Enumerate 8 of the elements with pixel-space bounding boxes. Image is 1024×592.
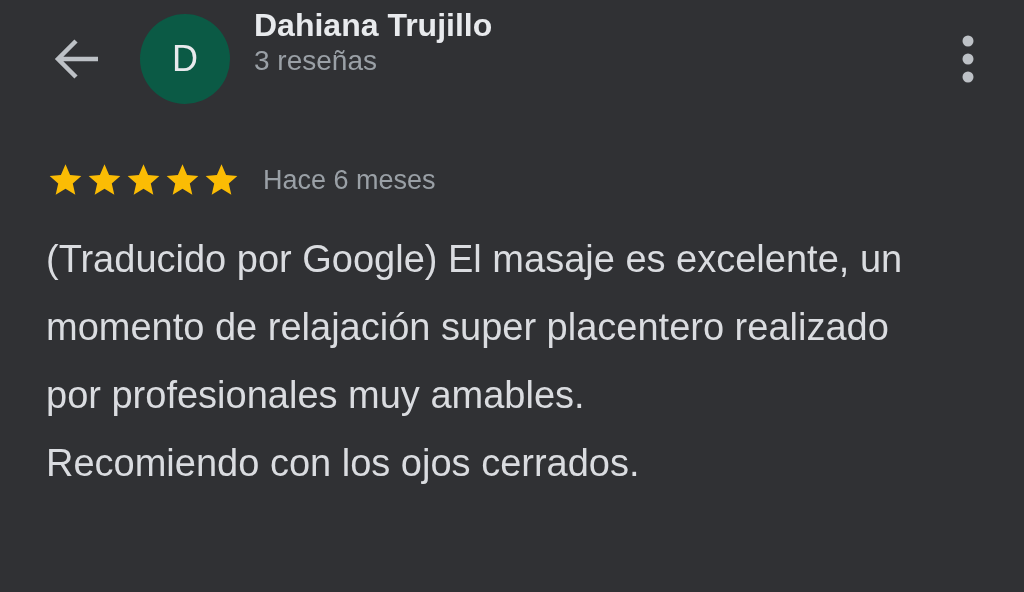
review-time: Hace 6 meses (263, 164, 436, 197)
more-options-icon[interactable] (960, 35, 976, 83)
back-arrow-icon[interactable] (52, 37, 100, 81)
reviewer-name: Dahiana Trujillo (254, 8, 493, 44)
review-text: Recomiendo con los ojos cerrados. (46, 440, 641, 486)
review-count: 3 reseñas (254, 44, 378, 79)
avatar: D (140, 14, 230, 104)
review-text: (Traducido por Google) El masaje es excelente, un momento de relajación super placentero realizado por profesionales muy amables. (46, 236, 904, 418)
